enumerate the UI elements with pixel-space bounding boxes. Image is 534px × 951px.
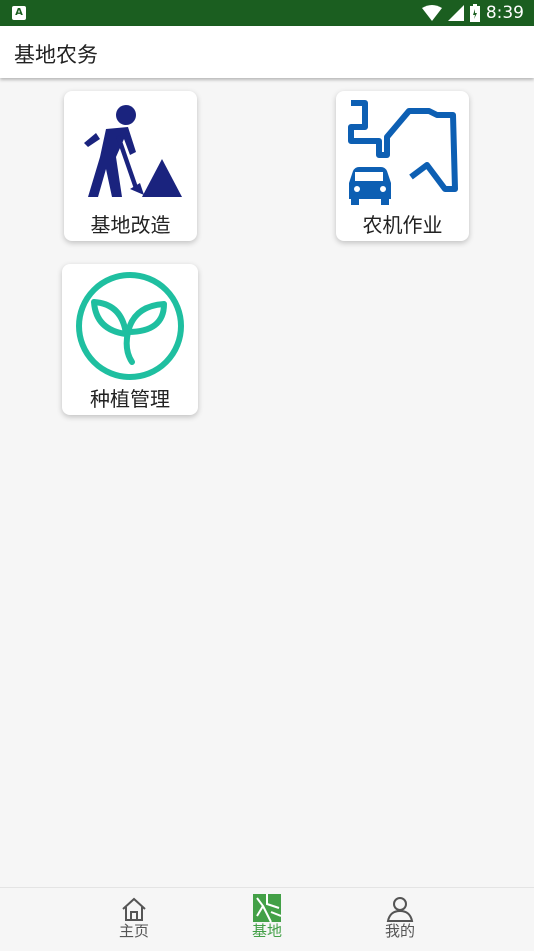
machinery-work-label: 农机作业 (362, 213, 443, 237)
base-renovation-label: 基地改造 (90, 213, 171, 237)
battery-charging-icon (469, 4, 480, 22)
status-time: 8:39 (485, 3, 524, 23)
tractor-field-icon (348, 100, 458, 205)
status-icons: 8:39 (421, 0, 524, 26)
home-icon (122, 897, 146, 921)
bottom-navigation: 主页 基地 我的 (0, 887, 534, 951)
signal-icon (447, 5, 464, 21)
base-renovation-card[interactable]: 基地改造 (64, 91, 197, 241)
app-bar: 基地农务 (0, 26, 534, 78)
machinery-work-card[interactable]: 农机作业 (336, 91, 469, 241)
nav-label-base: 基地 (251, 922, 282, 940)
nav-item-base[interactable]: 基地 (237, 888, 297, 951)
user-icon (386, 897, 414, 922)
nav-label-mine: 我的 (384, 922, 415, 940)
wifi-icon (421, 5, 442, 21)
sprout-icon (76, 272, 184, 380)
base-map-icon (253, 894, 281, 922)
planting-management-label: 种植管理 (90, 387, 170, 411)
app-a-icon: A (12, 6, 26, 20)
nav-item-home[interactable]: 主页 (104, 888, 164, 951)
status-bar: A 8:39 (0, 0, 534, 26)
nav-item-mine[interactable]: 我的 (370, 888, 430, 951)
nav-label-home: 主页 (118, 922, 149, 940)
planting-management-card[interactable]: 种植管理 (62, 264, 198, 415)
page-title: 基地农务 (14, 43, 98, 67)
worker-digging-icon (84, 105, 182, 197)
